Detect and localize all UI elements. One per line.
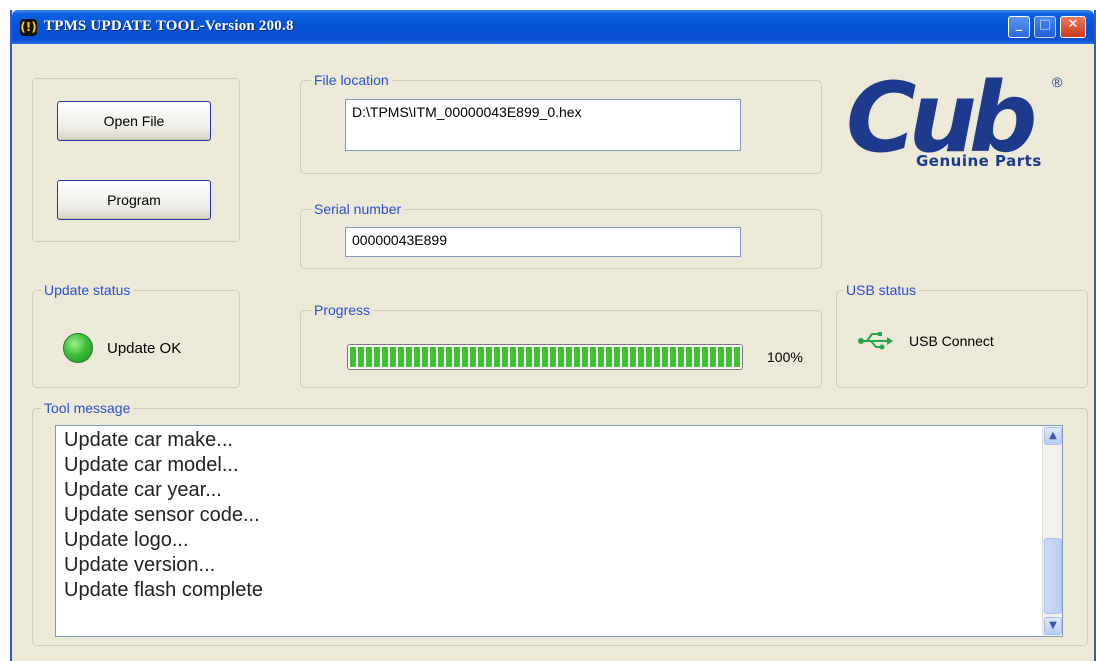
scrollbar-thumb[interactable] [1044, 538, 1062, 614]
registered-mark: ® [1052, 74, 1063, 90]
close-button[interactable]: ✕ [1060, 16, 1086, 38]
message-line: Update car make... [64, 429, 233, 451]
tool-message-log[interactable]: Update car make... Update car model... Upd… [55, 425, 1063, 637]
message-line: Update car model... [64, 454, 239, 476]
message-line: Update sensor code... [64, 504, 260, 526]
tool-message-legend: Tool message [41, 399, 134, 417]
message-line: Update logo... [64, 529, 189, 551]
progress-bar-fill [350, 347, 740, 367]
message-line: Update version... [64, 554, 216, 576]
usb-status-text: USB Connect [909, 333, 994, 349]
progress-bar [347, 344, 743, 370]
tool-message-list: Update car make... Update car model... Upd… [64, 428, 263, 603]
progress-percent: 100% [767, 349, 803, 365]
update-status-text: Update OK [107, 340, 182, 357]
progress-group: Progress 100% [300, 301, 822, 388]
open-file-button[interactable]: Open File [57, 101, 211, 141]
program-button[interactable]: Program [57, 180, 211, 220]
maximize-button[interactable]: □ [1034, 16, 1056, 38]
file-location-legend: File location [311, 71, 392, 89]
update-status-group: Update status Update OK [32, 281, 240, 388]
message-line: Update flash complete [64, 579, 264, 601]
window-title: TPMS UPDATE TOOL-Version 200.8 [44, 18, 294, 34]
usb-status-legend: USB status [843, 281, 920, 299]
file-location-group: File location D:\TPMS\ITM_00000043E899_0… [300, 71, 822, 174]
minimize-button[interactable]: _ [1008, 16, 1030, 38]
tpms-warning-icon: (!) [20, 19, 37, 36]
tool-message-group: Tool message Update car make... Update ca… [32, 399, 1088, 646]
scroll-up-arrow-icon[interactable]: ▲ [1044, 427, 1062, 445]
usb-icon [857, 331, 893, 351]
brand-logo-tagline: Genuine Parts [916, 152, 1042, 170]
scroll-down-arrow-icon[interactable]: ▼ [1044, 617, 1062, 635]
status-indicator-icon [63, 333, 93, 363]
app-window: (!) TPMS UPDATE TOOL-Version 200.8 _ □ ✕… [10, 10, 1096, 661]
title-bar[interactable]: (!) TPMS UPDATE TOOL-Version 200.8 _ □ ✕ [12, 10, 1094, 44]
brand-logo: Cub ® Genuine Parts [842, 68, 1072, 188]
message-scrollbar[interactable]: ▲ ▼ [1042, 426, 1062, 636]
serial-number-group: Serial number 00000043E899 [300, 200, 822, 269]
update-status-legend: Update status [41, 281, 134, 299]
message-line: Update car year... [64, 479, 222, 501]
serial-number-field[interactable]: 00000043E899 [345, 227, 741, 257]
file-location-field[interactable]: D:\TPMS\ITM_00000043E899_0.hex [345, 99, 741, 151]
serial-number-legend: Serial number [311, 200, 405, 218]
progress-legend: Progress [311, 301, 374, 319]
usb-status-group: USB status USB Connect [836, 281, 1088, 388]
actions-group: Open File Program [32, 78, 240, 242]
